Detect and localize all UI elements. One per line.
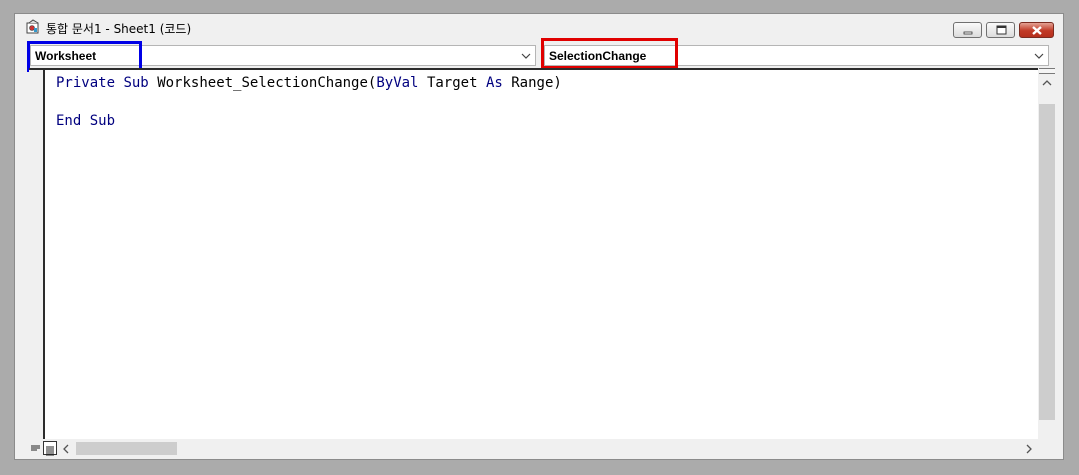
- vertical-scrollbar[interactable]: [1038, 68, 1056, 452]
- close-button[interactable]: [1019, 22, 1054, 38]
- scroll-up-icon[interactable]: [1042, 79, 1052, 87]
- keyword: End: [56, 113, 82, 129]
- minimize-button[interactable]: [953, 22, 982, 38]
- restore-icon: [996, 25, 1007, 35]
- vba-module-icon: [25, 19, 41, 35]
- keyword: Private: [56, 75, 116, 91]
- restore-button[interactable]: [986, 22, 1015, 38]
- code-line-3[interactable]: End Sub: [56, 113, 115, 129]
- keyword: Sub: [89, 113, 116, 129]
- procedure-combo-value: SelectionChange: [549, 49, 647, 63]
- scroll-left-icon[interactable]: [62, 444, 70, 454]
- full-module-view-icon: [46, 446, 54, 456]
- code-editor: Private Sub Worksheet_SelectionChange(By…: [29, 68, 1058, 468]
- horizontal-scroll-thumb[interactable]: [76, 442, 177, 455]
- split-bar[interactable]: [1039, 68, 1055, 74]
- procedure-view-button[interactable]: [29, 441, 43, 455]
- window-title: 통합 문서1 - Sheet1 (코드): [46, 22, 192, 36]
- keyword: As: [485, 75, 503, 91]
- minimize-icon: [963, 31, 973, 35]
- procedure-name: Worksheet_SelectionChange(: [157, 75, 377, 91]
- chevron-down-icon: [1034, 53, 1044, 59]
- object-combo-value: Worksheet: [35, 49, 97, 63]
- margin-indicator-bar[interactable]: [29, 68, 45, 439]
- code-line-1[interactable]: Private Sub Worksheet_SelectionChange(By…: [56, 75, 562, 91]
- procedure-combo[interactable]: SelectionChange: [544, 45, 1049, 66]
- parameter-name: Target: [426, 75, 478, 91]
- full-module-view-button[interactable]: [43, 441, 57, 456]
- chevron-down-icon: [521, 53, 531, 59]
- procedure-view-icon: [31, 445, 40, 451]
- scroll-right-icon[interactable]: [1025, 444, 1033, 454]
- vertical-scroll-thumb[interactable]: [1039, 104, 1055, 420]
- horizontal-scrollbar[interactable]: [29, 439, 1058, 457]
- title-bar[interactable]: 통합 문서1 - Sheet1 (코드): [15, 14, 1063, 40]
- object-combo[interactable]: Worksheet: [30, 45, 536, 66]
- close-icon: [1032, 26, 1042, 35]
- parameter-type: Range): [511, 75, 562, 91]
- keyword: ByVal: [376, 75, 419, 91]
- code-area[interactable]: Private Sub Worksheet_SelectionChange(By…: [45, 68, 1038, 452]
- code-window: 통합 문서1 - Sheet1 (코드) Worksheet Selection…: [14, 13, 1064, 460]
- keyword: Sub: [123, 75, 149, 91]
